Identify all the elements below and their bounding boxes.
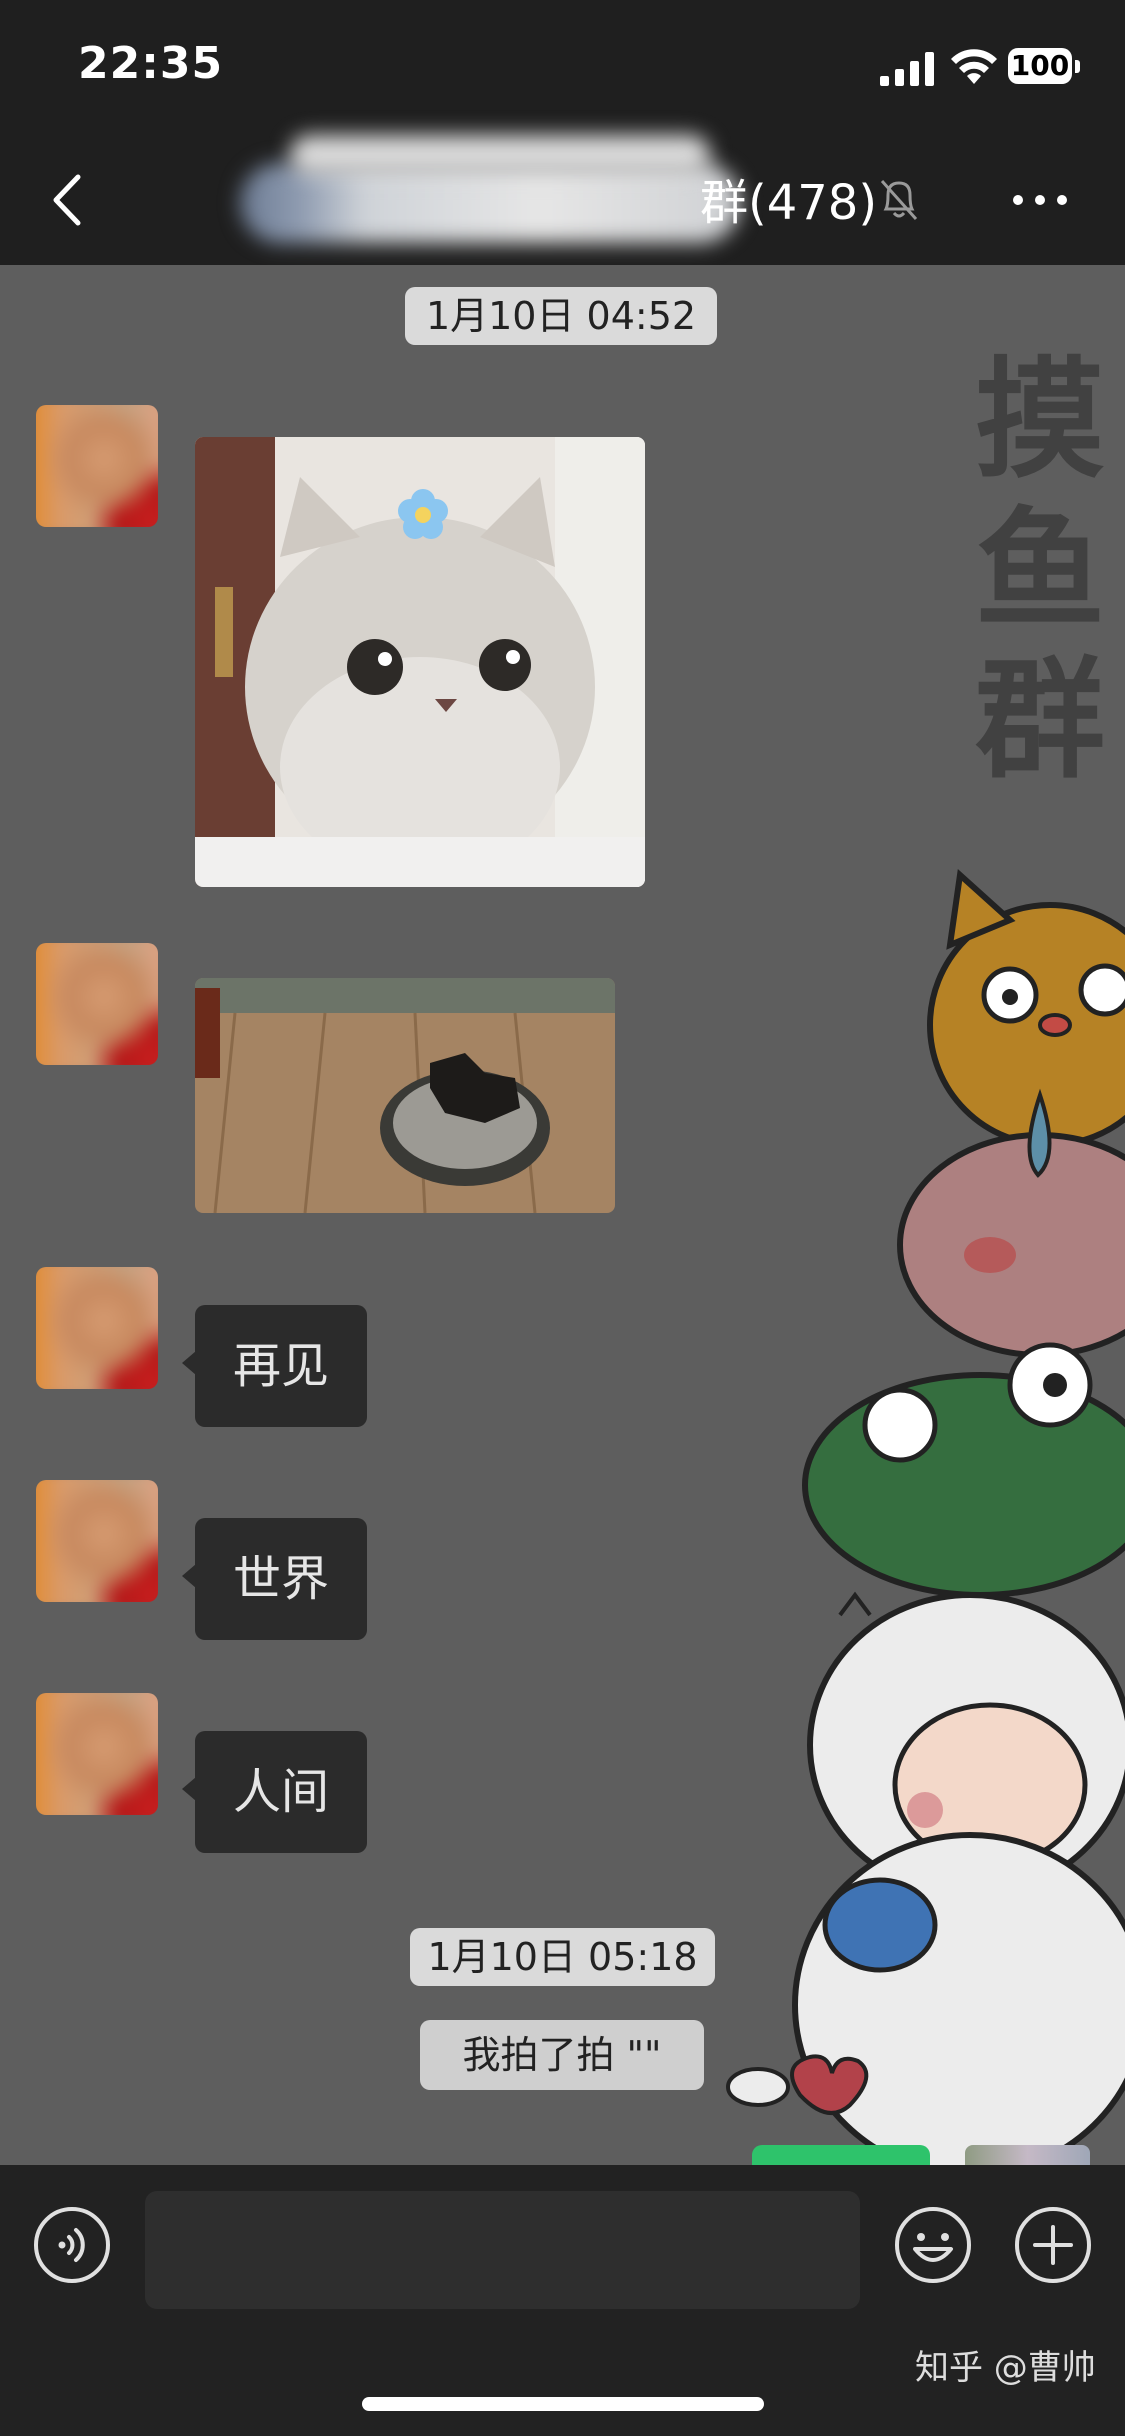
text-message[interactable]: 人间 — [195, 1731, 368, 1853]
status-bar: 22:35 100 — [0, 0, 1125, 135]
text-message[interactable]: 再见 — [195, 1305, 368, 1427]
group-member-count: 群(478) — [700, 175, 878, 231]
burnt-food-image — [195, 978, 615, 1213]
emoji-button[interactable] — [893, 2205, 973, 2285]
sender-avatar[interactable] — [36, 1480, 158, 1602]
text-message[interactable]: 世界 — [195, 1518, 368, 1640]
message-input-bar — [0, 2165, 1125, 2436]
more-options-button[interactable] — [1010, 190, 1070, 210]
outgoing-message-peek[interactable] — [752, 2145, 930, 2165]
more-functions-plus-button[interactable] — [1013, 2205, 1093, 2285]
group-name-redacted[interactable] — [240, 135, 740, 253]
pat-system-message: 我拍了拍 "" — [420, 2020, 704, 2090]
image-message[interactable] — [195, 978, 615, 1213]
watermark: 知乎 @曹帅 — [915, 2348, 1096, 2388]
status-time: 22:35 — [78, 38, 224, 89]
battery-level: 100 — [1008, 48, 1072, 84]
wallpaper-cartoon-illustration — [726, 869, 1125, 2165]
cellular-signal-icon — [880, 52, 934, 86]
self-avatar[interactable] — [965, 2145, 1090, 2165]
wallpaper-title: 摸鱼群 — [974, 344, 1105, 796]
wifi-icon — [951, 49, 997, 84]
message-text-input[interactable] — [145, 2191, 860, 2309]
timestamp-divider: 1月10日 04:52 — [405, 287, 717, 345]
timestamp-divider: 1月10日 05:18 — [410, 1928, 715, 1986]
sender-avatar[interactable] — [36, 1267, 158, 1389]
chat-message-list[interactable]: 摸鱼群 1月10日 04:52 再见 世界 人间 1月10日 05:18 我拍了… — [0, 265, 1125, 2165]
muted-bell-icon — [880, 179, 918, 221]
cat-image — [195, 437, 645, 887]
back-button[interactable] — [40, 165, 100, 235]
sender-avatar[interactable] — [36, 1693, 158, 1815]
image-message[interactable] — [195, 437, 645, 887]
sender-avatar[interactable] — [36, 943, 158, 1065]
voice-input-button[interactable] — [32, 2205, 112, 2285]
home-indicator[interactable] — [362, 2397, 764, 2411]
chat-header: 群(478) — [0, 135, 1125, 265]
battery-icon: 100 — [1008, 48, 1082, 86]
sender-avatar[interactable] — [36, 405, 158, 527]
